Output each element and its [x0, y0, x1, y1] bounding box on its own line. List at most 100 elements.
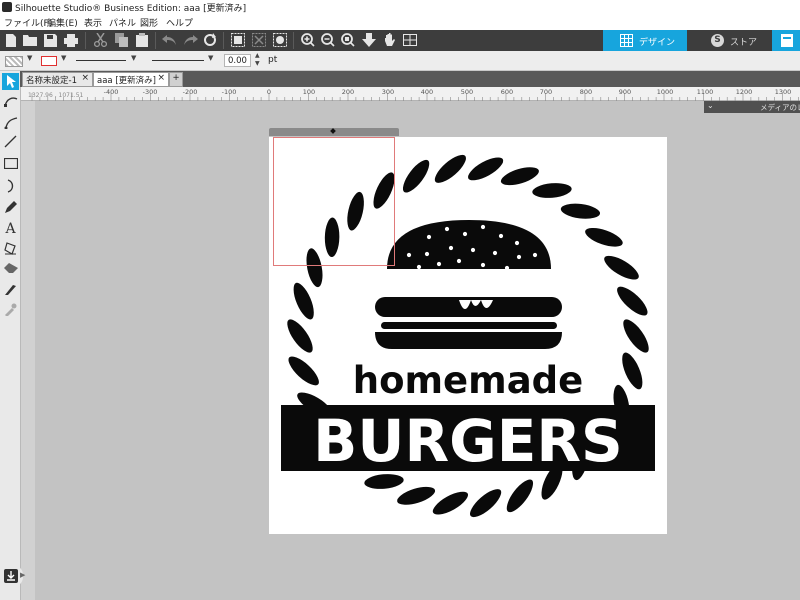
cut-icon[interactable] [92, 32, 108, 48]
sesame-seed [406, 252, 412, 258]
group-icon[interactable] [230, 32, 246, 48]
menu-edit[interactable]: 編集(E) [47, 16, 78, 29]
rope-link [504, 477, 536, 515]
new-tab-button[interactable]: + [169, 72, 183, 87]
zoom-fit-icon[interactable] [340, 32, 356, 48]
line-style-dropdown-arrow-icon[interactable]: ▼ [131, 54, 136, 62]
zoom-out-icon[interactable] [320, 32, 336, 48]
zoom-in-icon[interactable] [300, 32, 316, 48]
close-icon[interactable]: × [81, 73, 89, 83]
rectangle-tool-icon[interactable] [2, 155, 19, 172]
close-icon[interactable]: × [157, 73, 165, 83]
doc-tab-untitled[interactable]: 名称未設定-1 × [22, 72, 93, 87]
ruler-label: -400 [103, 88, 119, 96]
line-color-dropdown-arrow-icon[interactable]: ▼ [61, 54, 66, 62]
rope-link [467, 486, 504, 520]
line-width-stepper-icon[interactable]: ▲ ▼ [255, 52, 260, 68]
text-tool-icon[interactable]: A [2, 220, 19, 237]
sesame-seed [514, 240, 520, 246]
download-button[interactable]: ▶ [1, 565, 26, 587]
ruler-label: 300 [381, 88, 395, 96]
sesame-seed [424, 251, 430, 257]
hand-icon[interactable] [382, 32, 398, 48]
fill-dropdown-arrow-icon[interactable]: ▼ [27, 54, 32, 62]
sesame-seed [448, 245, 454, 251]
point-edit-icon[interactable] [2, 93, 19, 110]
line-color-icon[interactable] [41, 56, 57, 66]
line-join-dropdown-arrow-icon[interactable]: ▼ [208, 54, 213, 62]
ruler-label: 1300 [774, 88, 792, 96]
fill-tool-icon[interactable] [2, 240, 19, 257]
sesame-seed [504, 265, 510, 271]
print-icon[interactable] [63, 32, 79, 48]
ruler-label: 1000 [656, 88, 674, 96]
menu-view[interactable]: 表示 [84, 16, 102, 29]
save-icon[interactable] [42, 32, 58, 48]
horizontal-ruler: -400 -300 -200 -100 0 100 200 300 400 50… [21, 87, 800, 101]
media-layout-panel-header[interactable]: ⌄ メディアのレイ [704, 101, 800, 113]
download-icon [4, 569, 18, 586]
tab-design[interactable]: デザイン [603, 30, 687, 51]
menu-help[interactable]: ヘルプ [166, 16, 193, 29]
eyedropper-tool-icon[interactable] [2, 301, 19, 318]
grid-icon[interactable] [402, 32, 418, 48]
properties-bar: ▼ ▼ ▼ ▼ 0.00 ▲ ▼ pt [0, 51, 800, 71]
fill-pattern-icon[interactable] [5, 56, 23, 67]
toolbar-separator [155, 32, 156, 49]
tab-store[interactable]: S ストア [690, 30, 770, 51]
ruler-label: 500 [460, 88, 474, 96]
tab-library[interactable] [772, 30, 800, 51]
line-tool-icon[interactable] [2, 133, 19, 150]
select-all-icon[interactable] [272, 32, 288, 48]
chevron-down-icon[interactable]: ⌄ [707, 101, 714, 110]
doc-tab-aaa[interactable]: aaa [更新済み] × [93, 72, 169, 87]
burgers-text: BURGERS [313, 407, 623, 475]
ruler-label: 600 [500, 88, 514, 96]
ruler-label: 100 [302, 88, 316, 96]
doc-tab-label: aaa [更新済み] [97, 76, 156, 86]
eraser-tool-icon[interactable] [2, 260, 19, 277]
expand-arrow-icon: ▶ [20, 571, 26, 579]
menu-file[interactable]: ファイル(F) [4, 16, 52, 29]
title-bar: Silhouette Studio® Business Edition: aaa… [0, 0, 800, 14]
rope-link [432, 152, 469, 186]
pencil-tool-icon[interactable] [2, 199, 19, 216]
toolbar-separator [223, 32, 224, 49]
redo-icon[interactable] [182, 32, 198, 48]
sesame-seed [416, 264, 422, 270]
vertical-ruler [21, 101, 35, 600]
curve-edit-icon[interactable] [2, 114, 19, 131]
rope-link [558, 201, 603, 222]
line-width-input[interactable]: 0.00 [224, 54, 251, 67]
open-folder-icon[interactable] [22, 32, 38, 48]
paste-icon[interactable] [134, 32, 150, 48]
pan-down-icon[interactable] [361, 32, 377, 48]
sesame-seed [462, 231, 468, 237]
page-handle-bar[interactable] [269, 128, 399, 136]
line-join-sample[interactable] [152, 60, 204, 61]
copy-icon[interactable] [113, 32, 129, 48]
tab-design-label: デザイン [639, 38, 676, 48]
sesame-seed [456, 258, 462, 264]
ruler-label: 400 [420, 88, 434, 96]
knife-tool-icon[interactable] [2, 280, 19, 297]
bun-bottom [375, 332, 562, 349]
lettuce-line [381, 322, 557, 329]
menu-bar: ファイル(F) 編集(E) 表示 パネル 図形 ヘルプ [0, 14, 800, 30]
ruler-label: 800 [579, 88, 593, 96]
store-s-icon: S [711, 34, 724, 47]
menu-panel[interactable]: パネル [109, 16, 136, 29]
ruler-label: -100 [221, 88, 237, 96]
selection-box[interactable] [273, 137, 395, 266]
ruler-label: 900 [618, 88, 632, 96]
menu-shape[interactable]: 図形 [140, 16, 158, 29]
refresh-icon[interactable] [202, 32, 218, 48]
arc-tool-icon[interactable] [2, 177, 19, 194]
ungroup-icon[interactable] [251, 32, 267, 48]
homemade-text: homemade [353, 359, 584, 402]
new-file-icon[interactable] [3, 32, 19, 48]
undo-icon[interactable] [161, 32, 177, 48]
ruler-label: 1100 [696, 88, 714, 96]
line-style-sample[interactable] [76, 60, 126, 61]
select-arrow-icon[interactable] [2, 73, 19, 90]
